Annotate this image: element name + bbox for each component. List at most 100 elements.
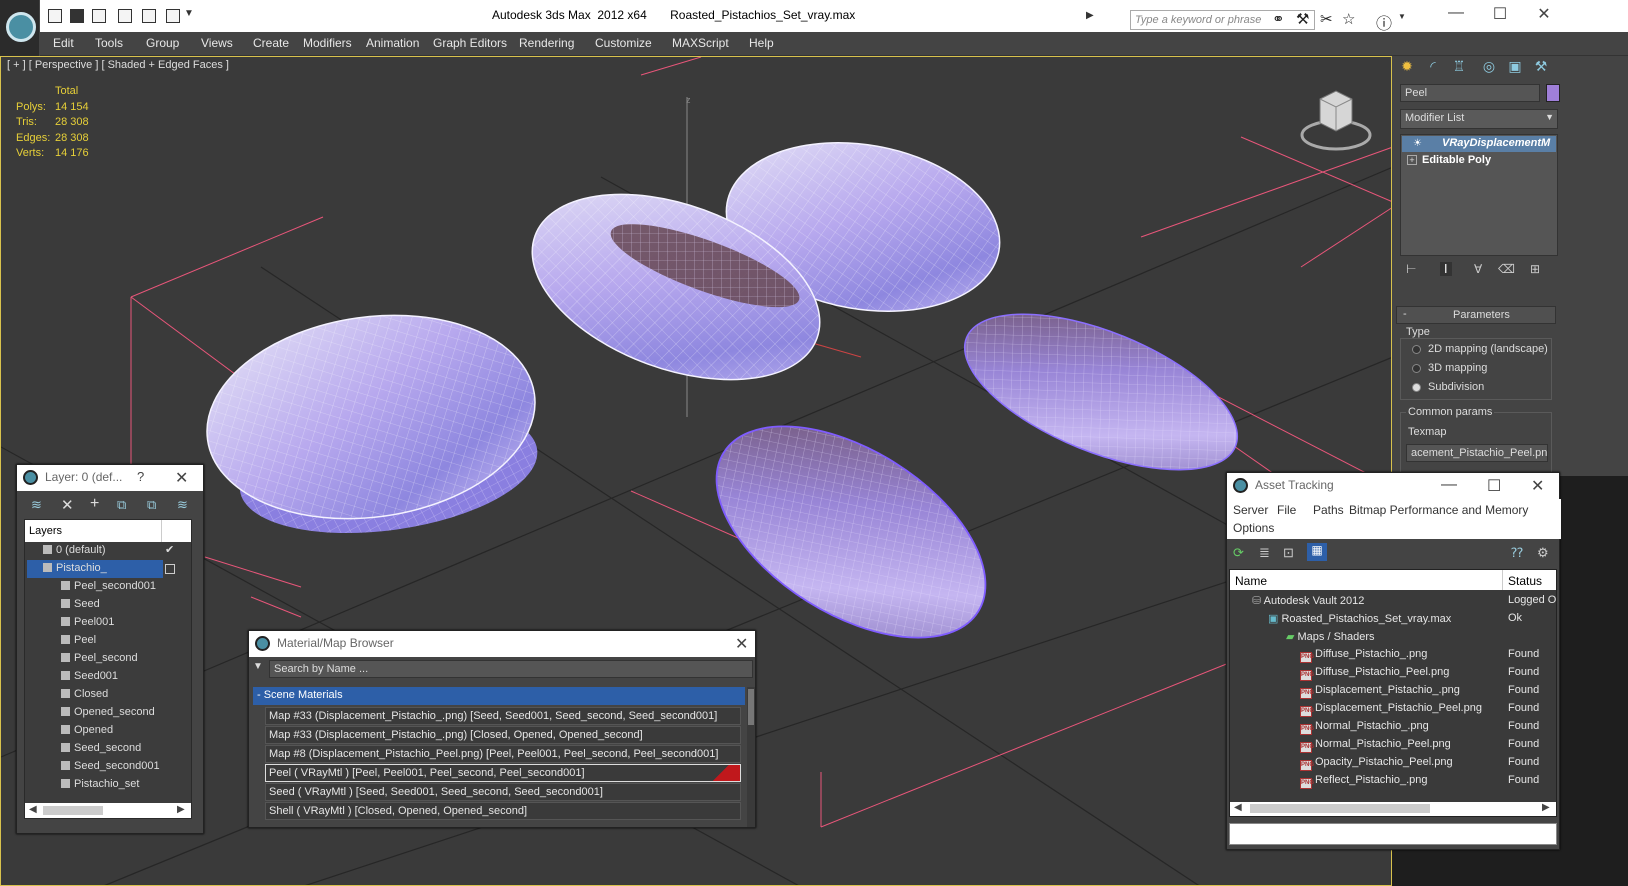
help-dropdown-icon[interactable]: ▼: [1398, 12, 1406, 21]
menu-help[interactable]: Help: [749, 36, 774, 50]
layer-help-icon[interactable]: ?: [137, 469, 144, 484]
material-row[interactable]: Seed ( VRayMtl ) [Seed, Seed001, Seed_se…: [265, 783, 741, 801]
material-row[interactable]: Map #33 (Displacement_Pistachio_.png) [S…: [265, 707, 741, 725]
asset-row[interactable]: PNGNormal_Pistachio_.png Found: [1230, 720, 1554, 738]
settings-icon[interactable]: ⚙: [1537, 545, 1549, 561]
delete-layer-icon[interactable]: ✕: [61, 496, 74, 514]
motion-tab-icon[interactable]: ◎: [1478, 58, 1500, 78]
asset-path-field[interactable]: [1229, 823, 1557, 845]
pin-stack-icon[interactable]: ⊢: [1406, 262, 1416, 276]
scroll-right-icon[interactable]: ▶: [1542, 802, 1550, 813]
menu-rendering[interactable]: Rendering: [519, 36, 574, 50]
quick-access-dropdown-icon[interactable]: ▼: [184, 8, 194, 19]
menu-options[interactable]: Options: [1233, 521, 1274, 535]
lightbulb-icon[interactable]: ☀: [1413, 138, 1422, 149]
object-row[interactable]: Peel: [27, 632, 191, 650]
scroll-thumb[interactable]: [43, 806, 103, 815]
undo-icon[interactable]: [118, 9, 132, 23]
refresh-icon[interactable]: ⟳: [1233, 545, 1244, 561]
layer-row-selected[interactable]: Pistachio_: [27, 560, 163, 578]
parameters-rollout-header[interactable]: - Parameters: [1396, 306, 1556, 324]
radio-subdivision[interactable]: [1412, 383, 1421, 392]
vertical-scrollbar[interactable]: [747, 687, 755, 827]
save-file-icon[interactable]: [92, 9, 106, 23]
asset-row[interactable]: ⛁ Autodesk Vault 2012 Logged O: [1230, 594, 1556, 612]
menu-modifiers[interactable]: Modifiers: [303, 36, 352, 50]
maximize-icon[interactable]: ☐: [1490, 4, 1510, 24]
material-row[interactable]: Shell ( VRayMtl ) [Closed, Opened, Opene…: [265, 802, 741, 820]
highlight-layer-icon[interactable]: ⧉: [147, 497, 156, 513]
stack-item-vray-displacement[interactable]: VRayDisplacementM: [1402, 136, 1556, 152]
menu-animation[interactable]: Animation: [366, 36, 419, 50]
object-color-swatch[interactable]: [1546, 84, 1560, 102]
expand-plus-icon[interactable]: +: [1407, 155, 1417, 165]
object-row[interactable]: Opened: [27, 722, 191, 740]
viewport-label[interactable]: [ + ] [ Perspective ] [ Shaded + Edged F…: [7, 59, 229, 71]
search-expand-icon[interactable]: ▶: [1086, 10, 1094, 21]
column-status[interactable]: Status: [1508, 574, 1542, 588]
material-row[interactable]: Map #8 (Displacement_Pistachio_Peel.png)…: [265, 745, 741, 763]
hierarchy-tab-icon[interactable]: ♖: [1448, 58, 1470, 78]
material-row-selected[interactable]: Peel ( VRayMtl ) [Peel, Peel001, Peel_se…: [265, 764, 741, 782]
application-menu-button[interactable]: [0, 0, 40, 56]
make-current-checkbox[interactable]: [165, 564, 175, 574]
object-name-field[interactable]: Peel: [1400, 84, 1540, 102]
utilities-tab-icon[interactable]: ⚒: [1530, 58, 1552, 78]
radio-3d-mapping[interactable]: [1412, 364, 1421, 373]
keyword-search-input[interactable]: Type a keyword or phrase: [1130, 10, 1315, 30]
create-tab-icon[interactable]: ✹: [1396, 58, 1418, 78]
maximize-icon[interactable]: ☐: [1487, 476, 1501, 496]
close-icon[interactable]: ✕: [1534, 4, 1554, 24]
asset-row[interactable]: PNGDisplacement_Pistachio_.png Found: [1230, 684, 1554, 702]
object-row[interactable]: Seed_second: [27, 740, 191, 758]
hide-all-icon[interactable]: ≋: [177, 497, 188, 513]
menu-file[interactable]: File: [1277, 503, 1296, 517]
material-browser-titlebar[interactable]: Material/Map Browser: [249, 631, 755, 657]
scroll-thumb[interactable]: [1250, 804, 1430, 813]
material-row[interactable]: Map #33 (Displacement_Pistachio_.png) [C…: [265, 726, 741, 744]
help-icon[interactable]: ⓘ: [1376, 10, 1392, 34]
browser-options-icon[interactable]: ▼: [253, 661, 263, 672]
menu-bitmap-performance[interactable]: Bitmap Performance and Memory: [1349, 503, 1528, 517]
menu-graph-editors[interactable]: Graph Editors: [433, 36, 507, 50]
open-file-icon[interactable]: [70, 9, 84, 23]
object-row[interactable]: Pistachio_set: [27, 776, 191, 794]
close-icon[interactable]: ✕: [735, 634, 748, 654]
horizontal-scrollbar[interactable]: ◀ ▶: [1230, 802, 1556, 816]
thumbnail-view-icon[interactable]: ⊡: [1283, 545, 1294, 561]
menu-server[interactable]: Server: [1233, 503, 1268, 517]
asset-row[interactable]: PNGOpacity_Pistachio_Peel.png Found: [1230, 756, 1554, 774]
scroll-left-icon[interactable]: ◀: [29, 804, 37, 815]
table-view-icon[interactable]: ▦: [1307, 543, 1327, 561]
layer-row[interactable]: 0 (default) ✔: [27, 542, 191, 560]
list-view-icon[interactable]: ≣: [1259, 545, 1270, 561]
column-name[interactable]: Name: [1235, 574, 1267, 588]
object-row[interactable]: Seed_second001: [27, 758, 191, 776]
configure-modifier-sets-icon[interactable]: ⊞: [1530, 262, 1540, 276]
minimize-icon[interactable]: —: [1446, 4, 1466, 22]
scroll-right-icon[interactable]: ▶: [177, 804, 185, 815]
object-row[interactable]: Peel001: [27, 614, 191, 632]
close-icon[interactable]: ✕: [175, 468, 188, 488]
close-icon[interactable]: ✕: [1531, 476, 1544, 496]
create-layer-icon[interactable]: ≋: [31, 497, 42, 513]
object-row[interactable]: Seed001: [27, 668, 191, 686]
search-by-name-input[interactable]: Search by Name ...: [269, 660, 753, 678]
asset-row[interactable]: PNGNormal_Pistachio_Peel.png Found: [1230, 738, 1554, 756]
asset-row[interactable]: PNGDiffuse_Pistachio_.png Found: [1230, 648, 1554, 666]
display-tab-icon[interactable]: ▣: [1504, 58, 1526, 78]
object-row[interactable]: Peel_second: [27, 650, 191, 668]
menu-create[interactable]: Create: [253, 36, 289, 50]
make-unique-icon[interactable]: ∀: [1474, 262, 1482, 276]
asset-row[interactable]: PNGReflect_Pistachio_.png Found: [1230, 774, 1554, 792]
layer-column-header[interactable]: Layers: [25, 520, 191, 542]
minimize-icon[interactable]: —: [1441, 476, 1457, 494]
menu-paths[interactable]: Paths: [1313, 503, 1344, 517]
horizontal-scrollbar[interactable]: ◀ ▶: [25, 803, 191, 818]
redo-icon[interactable]: [142, 9, 156, 23]
asset-row[interactable]: PNGDiffuse_Pistachio_Peel.png Found: [1230, 666, 1554, 684]
menu-tools[interactable]: Tools: [95, 36, 123, 50]
project-folder-icon[interactable]: [166, 9, 180, 23]
object-row[interactable]: Peel_second001: [27, 578, 191, 596]
menu-edit[interactable]: Edit: [53, 36, 74, 50]
